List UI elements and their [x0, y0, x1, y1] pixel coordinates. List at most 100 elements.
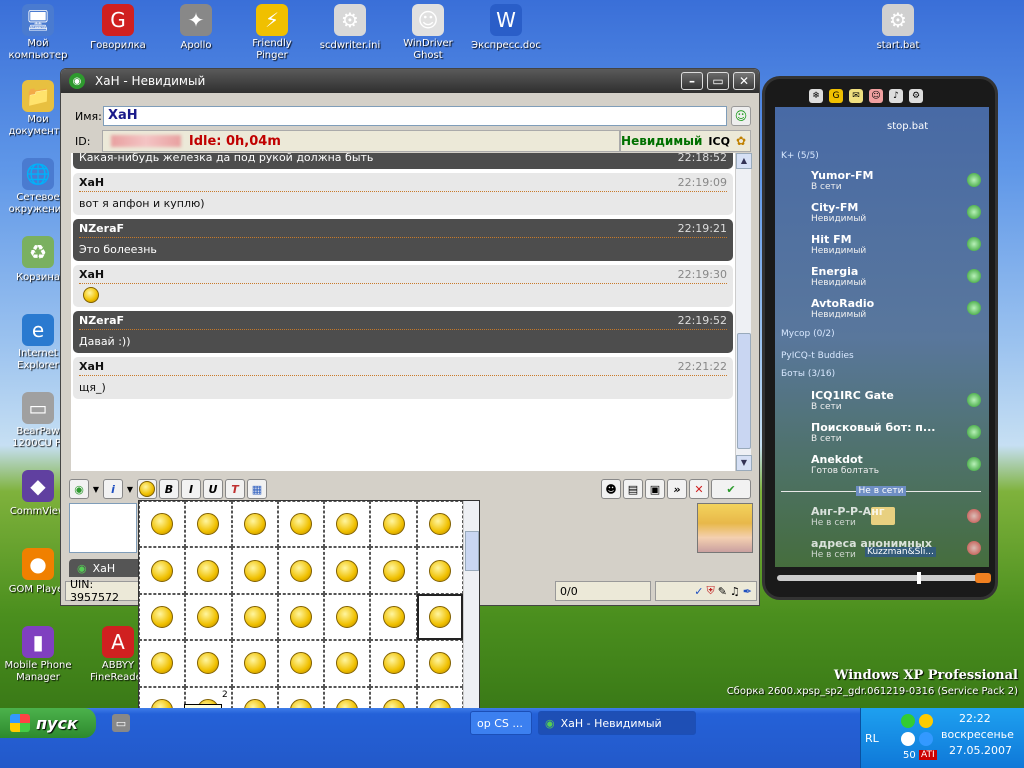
message-input[interactable] — [69, 503, 137, 553]
smiley-option[interactable] — [370, 501, 417, 548]
italic-icon[interactable]: I — [181, 479, 201, 499]
contact-item[interactable]: Anekdot Готов болтать — [811, 453, 981, 476]
smiley-option[interactable] — [324, 501, 371, 548]
message-history[interactable]: Какая-нибудь железка да под рукой должна… — [71, 153, 735, 471]
underline-icon[interactable]: U — [203, 479, 223, 499]
volume-slider[interactable] — [777, 572, 989, 584]
smiley-option[interactable] — [139, 501, 186, 548]
volume-tray-icon[interactable] — [919, 732, 933, 746]
smiley-option[interactable] — [416, 547, 463, 594]
contact-group[interactable]: PyICQ-t Buddies — [781, 351, 854, 361]
smiley-scroll-thumb[interactable] — [465, 531, 479, 571]
smiley-option[interactable] — [277, 501, 325, 548]
shield-icon[interactable]: ⛨ — [706, 584, 714, 598]
typing-icon[interactable]: ✎ — [718, 585, 727, 598]
smiley-option[interactable] — [231, 593, 278, 641]
smiley-option[interactable] — [370, 640, 417, 687]
smiley-option[interactable] — [139, 547, 186, 594]
contact-list-window[interactable]: ❄ G ✉ ☺ ♪ ⚙ stop.bat Не в сети Kuzzman&S… — [762, 76, 998, 600]
network-tray-icon[interactable] — [919, 714, 933, 728]
smiley-option[interactable] — [416, 501, 463, 548]
desktop-icon-govorilka[interactable]: G Говорилка — [80, 4, 156, 52]
message-block[interactable]: NZeraF22:19:52Давай :))Только через жабе… — [73, 311, 733, 353]
contact-group[interactable]: Боты (3/16) — [781, 369, 835, 379]
desktop-icon-start-bat[interactable]: ⚙ start.bat — [860, 4, 936, 52]
desktop-icon-windriver[interactable]: ☺ WinDriver Ghost — [390, 4, 466, 62]
clock-time[interactable]: 22:22 — [959, 712, 991, 725]
send-button[interactable]: ✔ — [711, 479, 751, 499]
sound-icon[interactable]: ♫ — [730, 585, 740, 598]
smiley-option[interactable] — [185, 547, 232, 594]
contact-group[interactable]: K+ (5/5) — [781, 151, 819, 161]
smiley-option[interactable] — [277, 547, 325, 594]
user-info-icon[interactable]: ☺ — [731, 106, 751, 126]
smiley-option[interactable] — [370, 593, 417, 641]
contact-item[interactable]: ICQ1IRC Gate В сети — [811, 389, 981, 412]
scroll-down-arrow[interactable]: ▼ — [736, 455, 752, 471]
close-button[interactable]: ✕ — [733, 72, 755, 90]
maximize-button[interactable]: ▭ — [707, 72, 729, 90]
history-icon[interactable]: ▤ — [623, 479, 643, 499]
icq-tray-icon[interactable] — [901, 714, 915, 728]
message-block[interactable]: ХаН 22:21:22 щя_) — [73, 357, 733, 399]
smiley-option[interactable] — [231, 640, 278, 687]
smiley-option[interactable] — [277, 593, 325, 641]
contact-name-field[interactable]: ХаН — [103, 106, 727, 126]
message-icon[interactable]: ✉ — [849, 89, 863, 103]
smiley-option[interactable] — [416, 640, 463, 687]
send-file-icon[interactable]: ▣ — [645, 479, 665, 499]
contact-item[interactable]: Energia Невидимый — [811, 265, 981, 288]
smiley-option[interactable] — [139, 640, 186, 687]
desktop-icon-express-doc[interactable]: W Экспресс.doc — [468, 4, 544, 52]
text-color-icon[interactable]: T — [225, 479, 245, 499]
window-titlebar[interactable]: ◉ ХаН - Невидимый – ▭ ✕ — [61, 69, 759, 93]
bold-icon[interactable]: B — [159, 479, 179, 499]
users-icon[interactable]: ☺ — [869, 89, 883, 103]
desktop-icon-my-computer[interactable]: 🖥 Мой компьютер — [0, 4, 76, 62]
smiley-option[interactable] — [370, 547, 417, 594]
chevron-left-icon[interactable] — [901, 732, 915, 746]
smiley-icon[interactable] — [137, 479, 157, 499]
chevron-down-icon[interactable]: ▼ — [125, 479, 135, 499]
sound-icon[interactable]: ♪ — [889, 89, 903, 103]
smiley-option[interactable] — [185, 593, 232, 641]
taskbar-button[interactable]: ор CS ... — [470, 711, 532, 735]
scanner-icon[interactable]: ▭ — [112, 714, 130, 732]
scroll-thumb[interactable] — [737, 333, 751, 449]
quote-icon[interactable]: » — [667, 479, 687, 499]
scroll-up-arrow[interactable]: ▲ — [736, 153, 752, 169]
pen-icon[interactable]: ✒ — [743, 585, 752, 598]
desktop-icon-mobile-phone[interactable]: ▮ Mobile Phone Manager — [0, 626, 76, 684]
contact-item[interactable]: Поисковый бот: п... В сети — [811, 421, 981, 444]
desktop-icon-friendly-pinger[interactable]: ⚡ Friendly Pinger — [234, 4, 310, 62]
smiley-option[interactable] — [185, 501, 232, 548]
smiley-option[interactable] — [324, 593, 371, 641]
message-block[interactable]: NZeraF22:19:21Это болеезньНадо лечиться.… — [73, 219, 733, 261]
message-block[interactable]: ХаН 22:19:09 вот я апфон и куплю) — [73, 173, 733, 215]
message-block[interactable]: ХаН22:19:30надо презентацию апфона22:19:… — [73, 265, 733, 307]
smiley-option[interactable] — [231, 547, 278, 594]
contact-item[interactable]: Анг-Р-Р-Анг Не в сети — [811, 505, 981, 528]
smiley-option[interactable] — [324, 547, 371, 594]
language-indicator[interactable]: RL — [865, 732, 879, 745]
history-scrollbar[interactable]: ▲ ▼ — [735, 153, 752, 471]
smiley-option[interactable] — [416, 593, 463, 641]
smiley-option[interactable] — [185, 640, 232, 687]
contact-group[interactable]: Мусор (0/2) — [781, 329, 835, 339]
smiley-option[interactable] — [231, 501, 278, 548]
eye-icon[interactable]: ◉ — [69, 479, 89, 499]
g-icon[interactable]: G — [829, 89, 843, 103]
smiley-option[interactable] — [139, 593, 186, 641]
chevron-down-icon[interactable]: ▼ — [91, 479, 101, 499]
background-color-icon[interactable]: ▦ — [247, 479, 267, 499]
desktop-icon-apollo[interactable]: ✦ Apollo — [158, 4, 234, 52]
smiley-picker[interactable] — [138, 500, 480, 734]
volume-slider-knob[interactable] — [917, 572, 921, 584]
snowflake-icon[interactable]: ❄ — [809, 89, 823, 103]
smiley-option[interactable] — [324, 640, 371, 687]
start-button[interactable]: пуск — [0, 708, 96, 738]
taskbar-button[interactable]: ◉ ХаН - Невидимый — [538, 711, 696, 735]
minimize-button[interactable]: – — [681, 72, 703, 90]
gear-icon[interactable]: ⚙ — [909, 89, 923, 103]
contact-item[interactable]: Yumor-FM В сети — [811, 169, 981, 192]
